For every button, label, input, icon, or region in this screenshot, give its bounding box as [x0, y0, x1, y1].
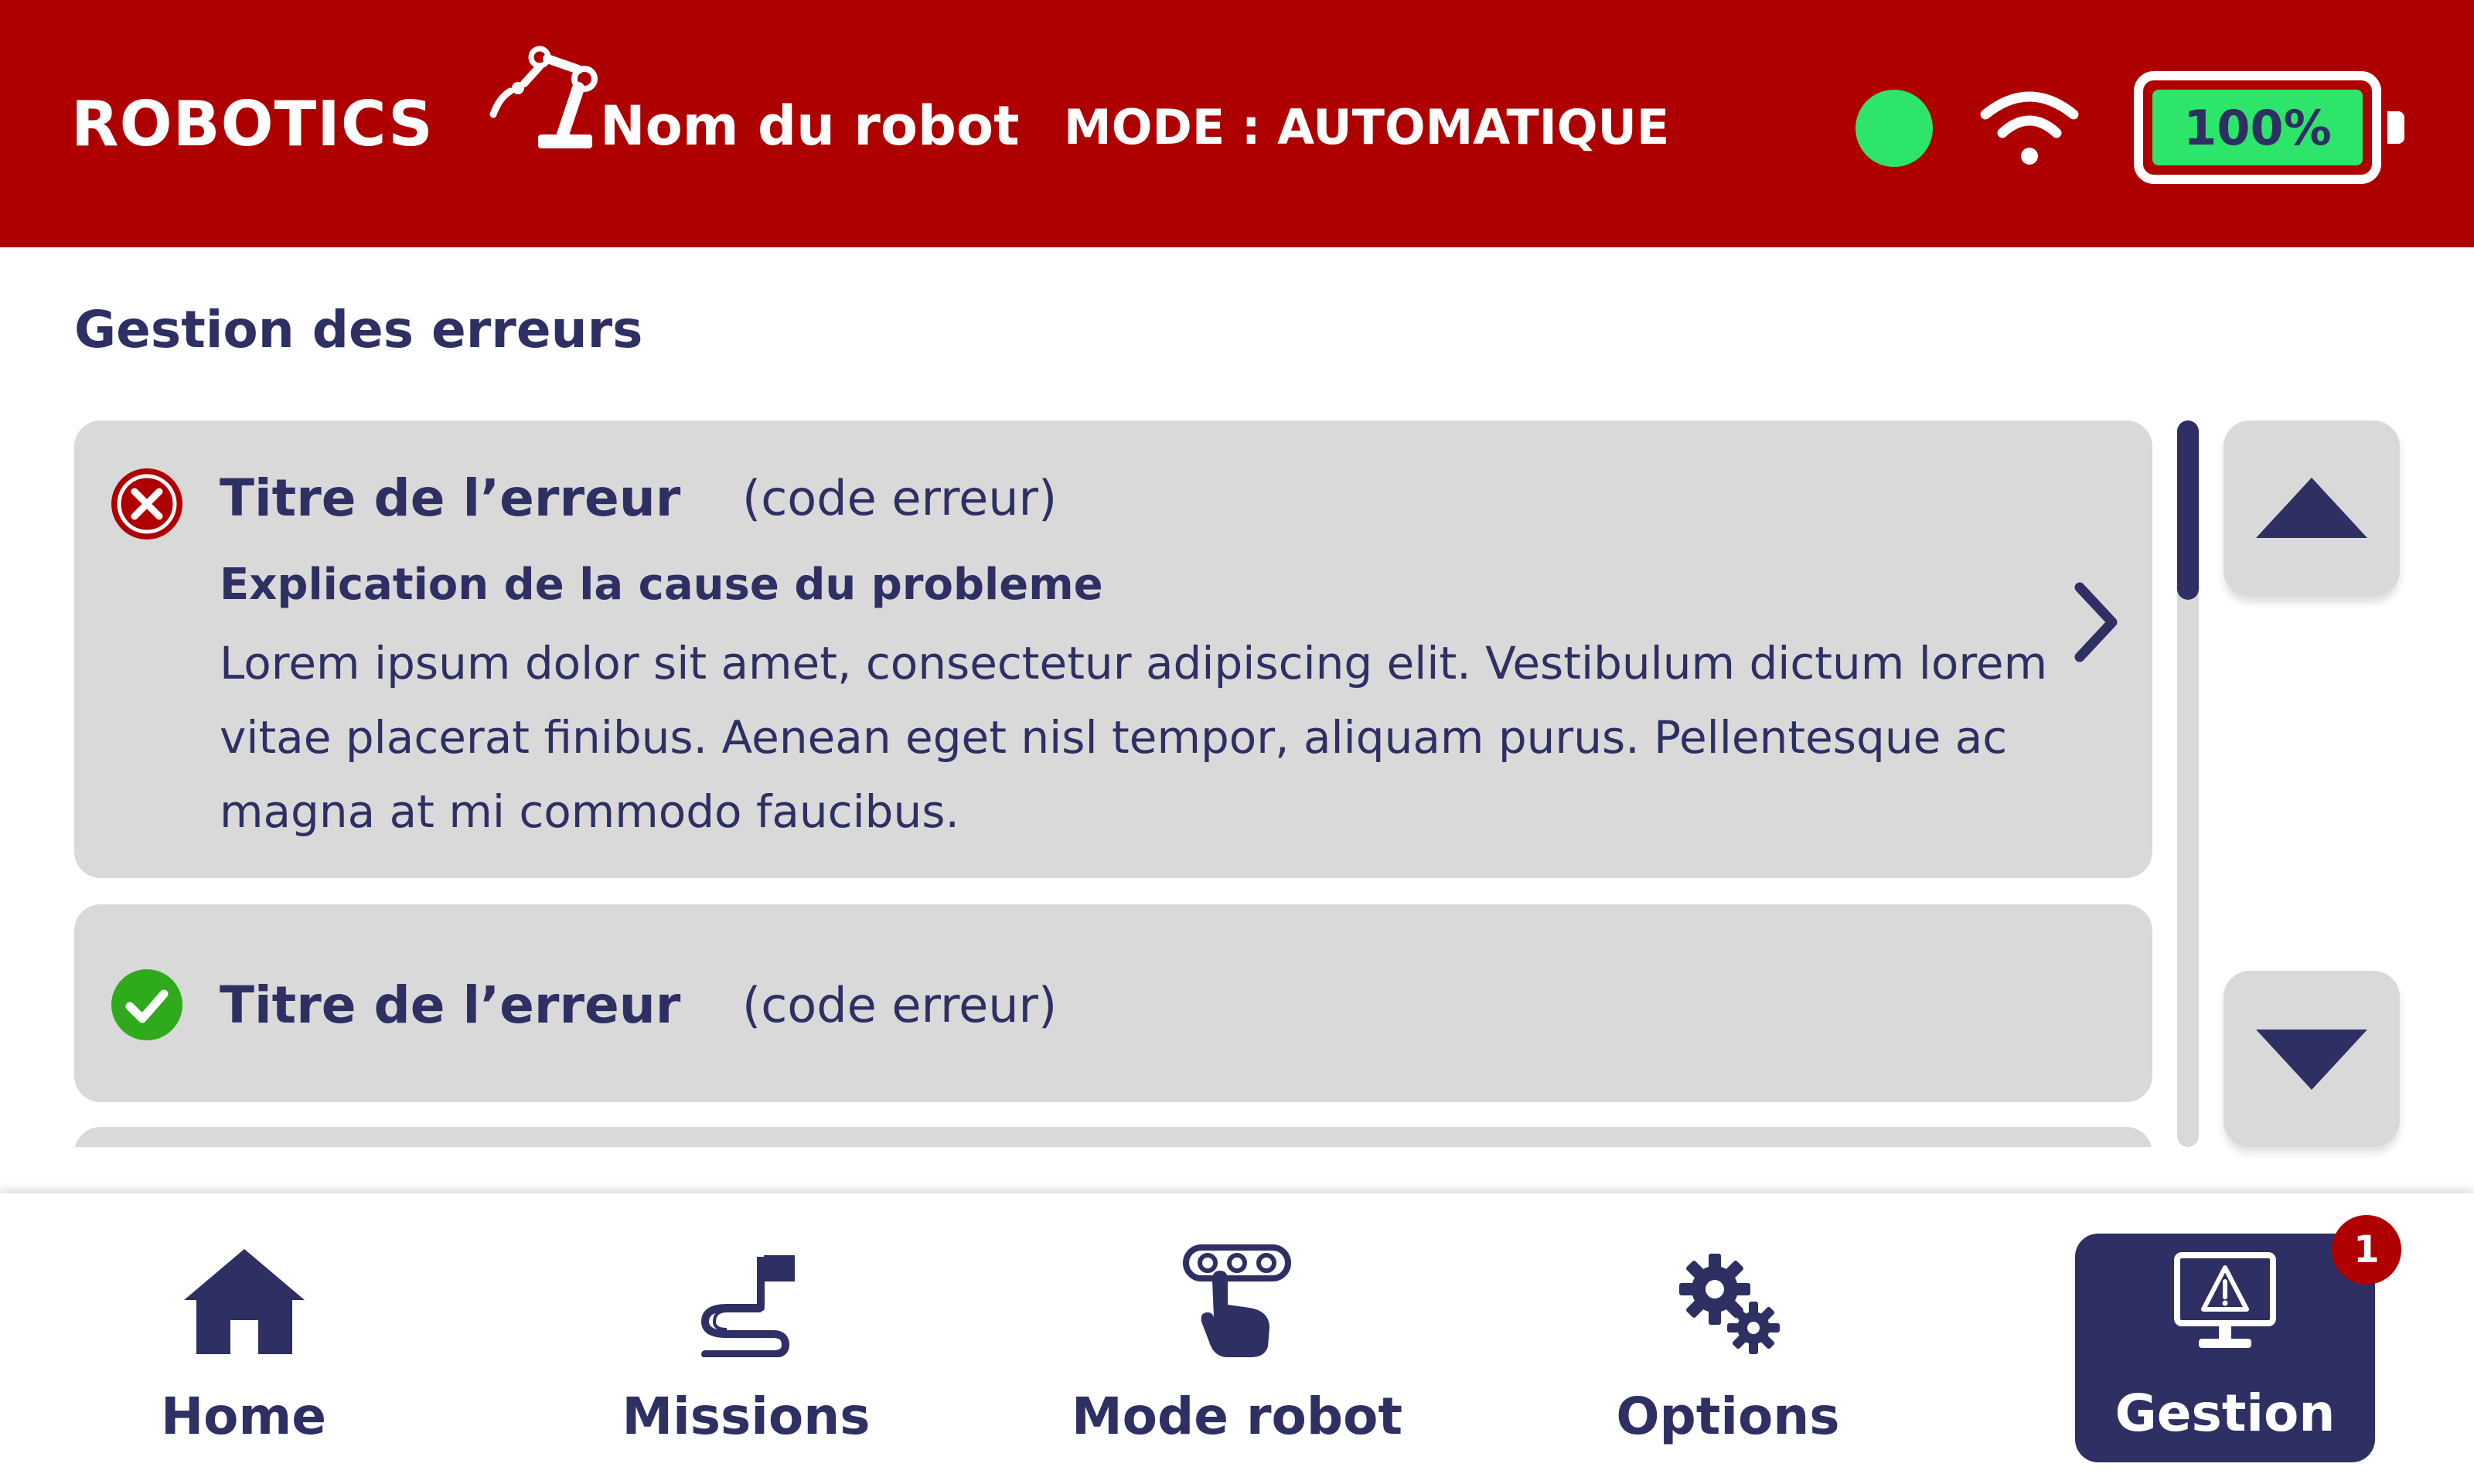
scrollbar-thumb[interactable]: [2177, 420, 2199, 600]
notification-badge: 1: [2332, 1215, 2401, 1285]
error-item[interactable]: Titre de l’erreur (code erreur) Explicat…: [74, 420, 2152, 878]
triangle-down-icon: [2256, 1030, 2367, 1090]
check-icon: [111, 969, 182, 1040]
logo-text: ROBOTICS: [71, 88, 434, 160]
error-item[interactable]: [74, 1127, 2152, 1147]
monitor-warning-icon: [2174, 1252, 2276, 1348]
home-icon: [184, 1249, 305, 1354]
scroll-up-button[interactable]: [2224, 420, 2400, 597]
bottom-navigation: Home Missions Mode robot Options Gestion: [0, 1193, 2474, 1484]
error-title: Titre de l’erreur: [220, 468, 681, 528]
mode-label: MODE : AUTOMATIQUE: [1064, 99, 1670, 155]
nav-label-mode-robot: Mode robot: [1071, 1387, 1403, 1446]
robot-name: Nom du robot: [600, 94, 1020, 158]
nav-item-gestion[interactable]: Gestion: [2075, 1234, 2375, 1462]
error-description: Lorem ipsum dolor sit amet, consectetur …: [220, 637, 2048, 838]
missions-flag-icon: [700, 1255, 795, 1357]
battery-level: 100%: [2152, 90, 2363, 165]
page-title: Gestion des erreurs: [74, 300, 643, 359]
mode-robot-hand-icon: [1183, 1244, 1291, 1357]
scroll-down-button[interactable]: [2224, 971, 2400, 1147]
error-cause-title: Explication de la cause du probleme: [220, 560, 1103, 610]
nav-label-home: Home: [160, 1387, 327, 1446]
nav-label-options: Options: [1616, 1387, 1840, 1446]
error-code: (code erreur): [742, 977, 1058, 1033]
chevron-right-icon[interactable]: [2069, 580, 2123, 665]
error-item[interactable]: Titre de l’erreur (code erreur): [74, 904, 2152, 1102]
nav-label-missions: Missions: [622, 1387, 871, 1446]
nav-item-home[interactable]: Home: [124, 1193, 363, 1484]
nav-item-mode-robot[interactable]: Mode robot: [1059, 1193, 1415, 1484]
nav-label-gestion: Gestion: [2114, 1384, 2336, 1443]
app-header: ROBOTICS Nom du robot MODE : AUTOMATIQUE…: [0, 0, 2474, 247]
connection-status-indicator: [1855, 90, 1933, 167]
nav-item-missions[interactable]: Missions: [611, 1193, 881, 1484]
error-list[interactable]: Titre de l’erreur (code erreur) Explicat…: [74, 420, 2152, 1147]
nav-item-options[interactable]: Options: [1593, 1193, 1863, 1484]
error-x-icon: [111, 468, 182, 539]
battery-cap: [2387, 111, 2404, 144]
wifi-icon: [1980, 91, 2079, 165]
battery-indicator: 100%: [2134, 71, 2381, 184]
gears-icon: [1679, 1254, 1780, 1354]
robotics-logo: ROBOTICS: [71, 43, 598, 167]
triangle-up-icon: [2256, 478, 2367, 538]
list-scrollbar[interactable]: [2177, 420, 2199, 1147]
error-title: Titre de l’erreur: [220, 975, 681, 1035]
robot-arm-icon: [489, 46, 598, 148]
error-code: (code erreur): [742, 470, 1058, 526]
